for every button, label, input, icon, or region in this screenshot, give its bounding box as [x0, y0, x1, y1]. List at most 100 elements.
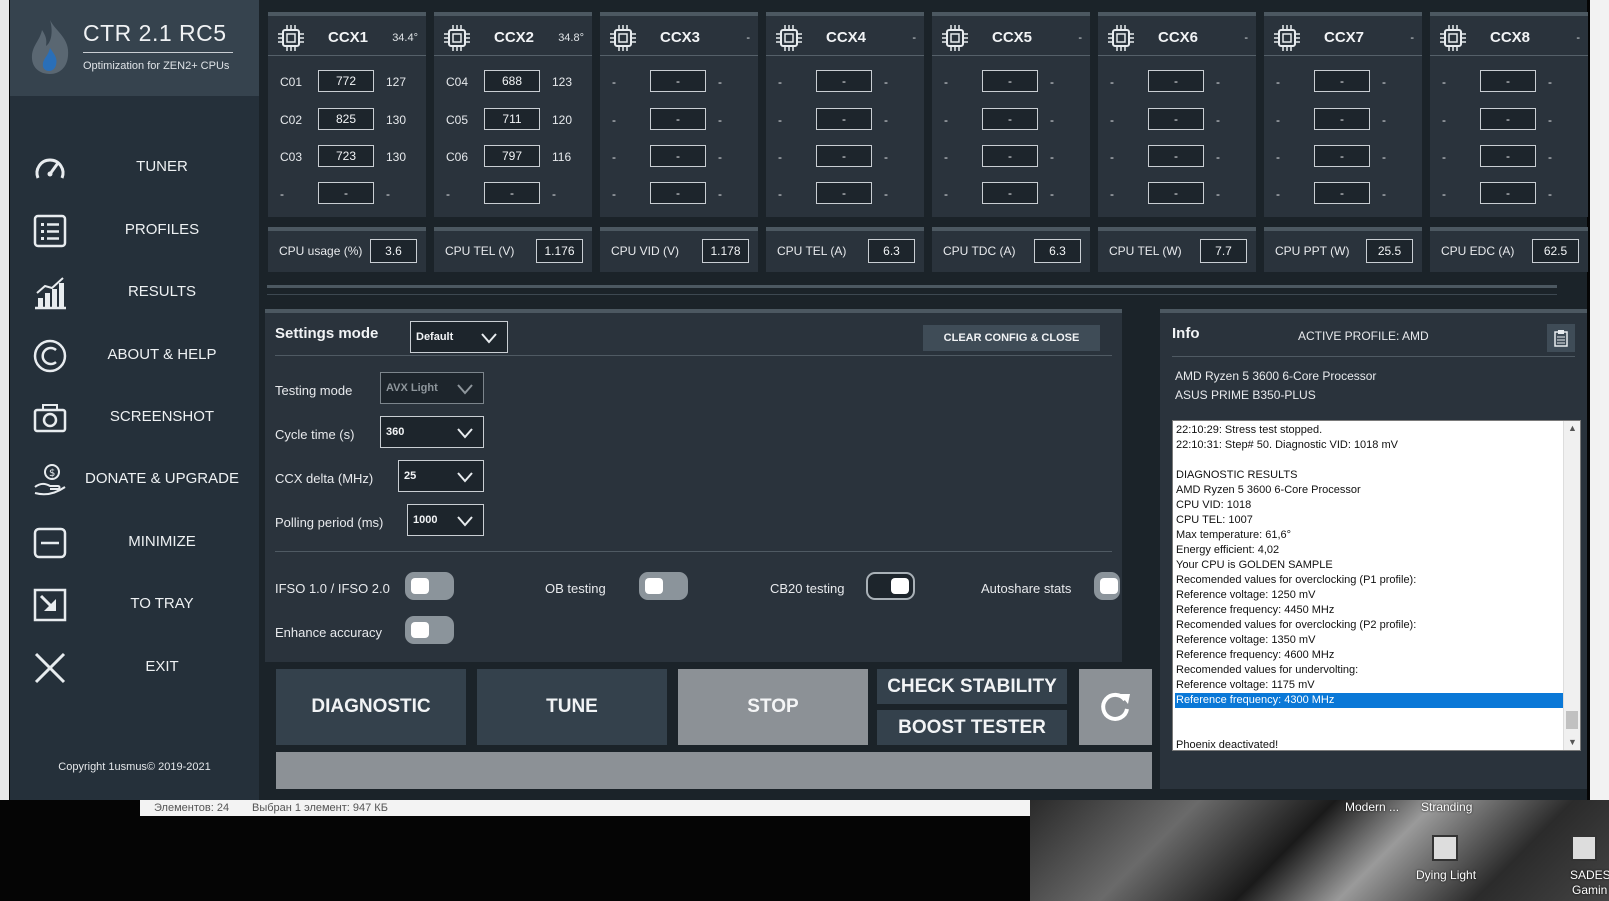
log-output[interactable]: 22:10:29: Stress test stopped. 22:10:31: … — [1172, 420, 1581, 751]
sidebar-item-to-tray[interactable]: TO TRAY — [10, 577, 259, 633]
core-row: --- — [1264, 182, 1422, 206]
log-line[interactable]: Reference voltage: 1350 mV — [1175, 633, 1565, 648]
log-line[interactable]: Reference frequency: 4450 MHz — [1175, 603, 1565, 618]
core-id: C02 — [280, 113, 303, 127]
sidebar-item-label: DONATE & UPGRADE — [85, 470, 239, 487]
sidebar-item-screenshot[interactable]: SCREENSHOT — [10, 390, 259, 446]
enhance-accuracy-toggle[interactable] — [405, 616, 454, 644]
log-line[interactable]: Reference frequency: 4300 MHz — [1175, 693, 1565, 708]
settings-mode-dropdown[interactable]: Default — [410, 321, 508, 353]
sidebar-item-exit[interactable]: EXIT — [10, 640, 259, 696]
log-line[interactable]: Phoenix deactivated! — [1175, 738, 1565, 750]
cycle-time-label: Cycle time (s) — [275, 427, 355, 442]
ccx-name: CCX7 — [1324, 29, 1365, 46]
log-line[interactable]: Reference frequency: 4600 MHz — [1175, 648, 1565, 663]
log-line[interactable]: AMD Ryzen 5 3600 6-Core Processor — [1175, 483, 1565, 498]
ob-testing-toggle[interactable] — [639, 572, 688, 600]
boost-tester-button[interactable]: BOOST TESTER — [877, 710, 1067, 745]
ccx-delta-dropdown[interactable]: 25 — [398, 460, 484, 492]
log-scrollbar[interactable]: ▲ ▼ — [1563, 421, 1580, 750]
core-id: C05 — [446, 113, 469, 127]
log-line[interactable]: CPU TEL: 1007 — [1175, 513, 1565, 528]
core-row: C03 723 130 — [268, 145, 426, 169]
log-line[interactable] — [1175, 453, 1565, 468]
core-id: - — [1276, 113, 1280, 127]
core-row: --- — [1264, 108, 1422, 132]
chevron-down-icon — [457, 516, 473, 527]
cycle-time-dropdown[interactable]: 360 — [380, 416, 484, 448]
log-line[interactable]: Your CPU is GOLDEN SAMPLE — [1175, 558, 1565, 573]
metric-value: 7.7 — [1200, 239, 1247, 263]
refresh-button[interactable] — [1079, 669, 1152, 745]
autoshare-stats-toggle[interactable] — [1094, 572, 1120, 600]
cb20-testing-toggle[interactable] — [866, 572, 915, 600]
diagnostic-button[interactable]: DIAGNOSTIC — [276, 669, 466, 745]
tune-button[interactable]: TUNE — [477, 669, 667, 745]
sidebar-item-about-help[interactable]: ABOUT & HELP — [10, 328, 259, 384]
copy-log-button[interactable] — [1547, 324, 1575, 352]
log-line[interactable]: Recomended values for overclocking (P1 p… — [1175, 573, 1565, 588]
cpu-model: AMD Ryzen 5 3600 6-Core Processor — [1175, 369, 1377, 383]
copyright-icon — [33, 339, 67, 373]
check-stability-button[interactable]: CHECK STABILITY — [877, 669, 1067, 704]
polling-period-dropdown[interactable]: 1000 — [407, 504, 484, 536]
core-id: - — [944, 187, 948, 201]
core-frequency-field: - — [484, 182, 540, 204]
core-row: --- — [1430, 70, 1588, 94]
core-id: - — [612, 150, 616, 164]
sidebar-item-results[interactable]: RESULTS — [10, 265, 259, 321]
log-line[interactable]: Recomended values for overclocking (P2 p… — [1175, 618, 1565, 633]
log-line[interactable]: Energy efficient: 4,02 — [1175, 543, 1565, 558]
log-line[interactable]: DIAGNOSTIC RESULTS — [1175, 468, 1565, 483]
core-row: --- — [766, 182, 924, 206]
ifso-toggle[interactable] — [405, 572, 454, 600]
ccx-temperature: - — [1576, 32, 1580, 44]
metric-value: 62.5 — [1532, 239, 1579, 263]
ccx-name: CCX6 — [1158, 29, 1199, 46]
scrollbar-thumb[interactable] — [1566, 711, 1578, 729]
log-line[interactable]: Recomended values for undervolting: — [1175, 663, 1565, 678]
sidebar-item-profiles[interactable]: PROFILES — [10, 203, 259, 259]
log-line[interactable] — [1175, 723, 1565, 738]
core-value: - — [718, 150, 722, 164]
scroll-down-icon[interactable]: ▼ — [1564, 735, 1580, 750]
stop-button[interactable]: STOP — [678, 669, 868, 745]
core-row: C01 772 127 — [268, 70, 426, 94]
cpu-chip-icon — [776, 25, 802, 51]
log-line[interactable] — [1175, 708, 1565, 723]
ccx-panel: CCX2 34.8° C04 688 123 C05 711 120 C06 797 116- - - — [434, 12, 592, 217]
sidebar-item-donate-upgrade[interactable]: $ DONATE & UPGRADE — [10, 452, 259, 508]
desktop-shortcut-label[interactable]: Dying Light — [1416, 868, 1476, 882]
testing-mode-label: Testing mode — [275, 383, 353, 398]
log-line[interactable]: Max temperature: 61,6° — [1175, 528, 1565, 543]
core-value: - — [1382, 187, 1386, 201]
ob-testing-label: OB testing — [545, 581, 606, 596]
gauge-icon — [35, 158, 65, 179]
core-value: - — [386, 187, 390, 201]
log-line[interactable]: Reference voltage: 1175 mV — [1175, 678, 1565, 693]
metric-label: CPU TEL (A) — [777, 244, 847, 258]
log-line[interactable]: CPU VID: 1018 — [1175, 498, 1565, 513]
sidebar-item-tuner[interactable]: TUNER — [10, 140, 259, 196]
core-frequency-field: - — [1480, 108, 1536, 130]
core-row: --- — [1098, 70, 1256, 94]
desktop-shortcut-label[interactable]: Modern ... — [1345, 800, 1399, 814]
testing-mode-dropdown[interactable]: AVX Light — [380, 372, 484, 404]
desktop-shortcut-label[interactable]: Gamin — [1572, 883, 1607, 897]
clear-config-close-button[interactable]: CLEAR CONFIG & CLOSE — [923, 325, 1100, 351]
core-frequency-field: - — [1148, 182, 1204, 204]
log-line[interactable]: Reference voltage: 1250 mV — [1175, 588, 1565, 603]
core-row: --- — [600, 145, 758, 169]
ccx-temperature: - — [912, 32, 916, 44]
log-line[interactable]: 22:10:31: Step# 50. Diagnostic VID: 1018… — [1175, 438, 1565, 453]
desktop-shortcut-label[interactable]: SADES — [1570, 868, 1609, 882]
core-value: - — [1548, 187, 1552, 201]
log-line[interactable]: 22:10:29: Stress test stopped. — [1175, 423, 1565, 438]
svg-text:$: $ — [49, 468, 55, 479]
dying-light-icon[interactable] — [1432, 835, 1458, 861]
sades-icon[interactable] — [1571, 835, 1597, 861]
scroll-up-icon[interactable]: ▲ — [1564, 421, 1580, 436]
core-row: --- — [1098, 108, 1256, 132]
sidebar-item-minimize[interactable]: MINIMIZE — [10, 515, 259, 571]
desktop-shortcut-label[interactable]: Stranding — [1421, 800, 1472, 814]
